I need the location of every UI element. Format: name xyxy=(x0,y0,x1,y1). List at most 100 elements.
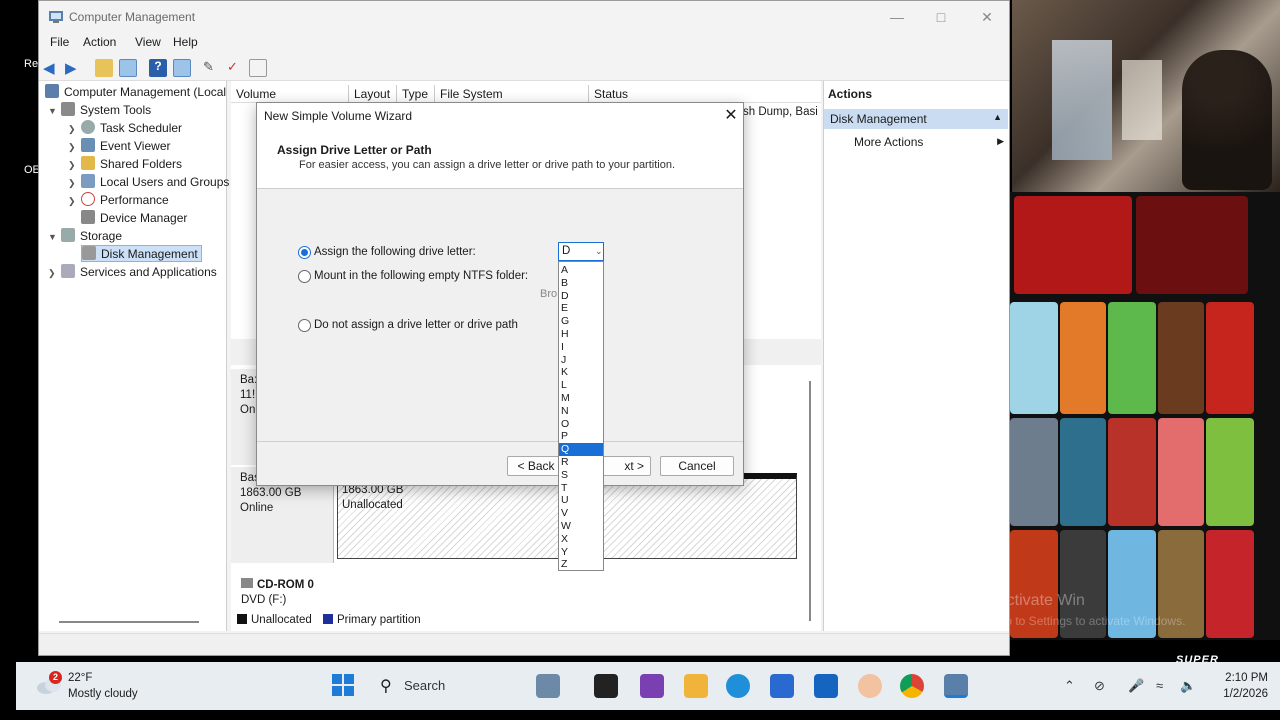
drive-letter-option[interactable]: N xyxy=(559,405,603,418)
drive-letter-option[interactable]: V xyxy=(559,507,603,520)
tree-item-performance[interactable]: Performance xyxy=(81,192,169,209)
chevron-right-icon[interactable]: ❯ xyxy=(68,124,76,135)
tree-item-disk-management[interactable]: Disk Management xyxy=(81,245,202,262)
tree-item-shared-folders[interactable]: Shared Folders xyxy=(81,156,182,173)
drive-letter-select[interactable]: D ⌄ xyxy=(558,242,604,261)
drive-letter-option[interactable]: K xyxy=(559,366,603,379)
volume-icon[interactable]: 🔈 xyxy=(1180,678,1196,694)
tree-item-storage[interactable]: Storage xyxy=(61,228,122,245)
close-button[interactable]: ✕ xyxy=(965,5,1009,29)
menu-view[interactable]: View xyxy=(135,35,161,49)
weather-condition[interactable]: Mostly cloudy xyxy=(68,688,138,700)
connect-icon[interactable]: ✎ xyxy=(203,59,221,77)
edge-icon[interactable] xyxy=(726,674,750,698)
maximize-button[interactable]: □ xyxy=(919,5,963,29)
next-button[interactable]: xt > xyxy=(597,456,651,476)
column-layout[interactable]: Layout xyxy=(349,85,397,103)
task-view-icon[interactable] xyxy=(594,674,618,698)
drive-letter-option[interactable]: Z xyxy=(559,558,603,571)
chevron-right-icon[interactable]: ❯ xyxy=(68,196,76,207)
column-volume[interactable]: Volume xyxy=(231,85,349,103)
weather-temperature[interactable]: 22°F xyxy=(68,672,92,684)
drive-letter-option[interactable]: U xyxy=(559,494,603,507)
drive-letter-option[interactable]: E xyxy=(559,302,603,315)
chrome-icon[interactable] xyxy=(900,674,924,698)
up-folder-icon[interactable] xyxy=(95,59,113,77)
drive-letter-option[interactable]: L xyxy=(559,379,603,392)
help-icon[interactable]: ? xyxy=(149,59,167,77)
cancel-button[interactable]: Cancel xyxy=(660,456,734,476)
back-button[interactable]: < Back xyxy=(507,456,565,476)
menu-file[interactable]: File xyxy=(50,35,69,49)
vertical-scrollbar[interactable] xyxy=(809,381,811,621)
column-type[interactable]: Type xyxy=(397,85,435,103)
drive-letter-option[interactable]: I xyxy=(559,341,603,354)
tree-item-event-viewer[interactable]: Event Viewer xyxy=(81,138,170,155)
tree-item-device-manager[interactable]: Device Manager xyxy=(81,210,187,227)
wizard-title-bar[interactable]: New Simple Volume Wizard ✕ xyxy=(257,103,743,129)
chevron-up-icon[interactable]: ⌃ xyxy=(1064,678,1075,694)
chevron-right-icon[interactable]: ❯ xyxy=(48,268,56,279)
drive-letter-option[interactable]: G xyxy=(559,315,603,328)
drive-letter-option[interactable]: X xyxy=(559,533,603,546)
file-explorer-icon[interactable] xyxy=(684,674,708,698)
radio-assign-letter-label[interactable]: Assign the following drive letter: xyxy=(314,246,476,258)
chevron-right-icon[interactable]: ❯ xyxy=(68,142,76,153)
outlook-icon[interactable] xyxy=(814,674,838,698)
computer-management-icon[interactable] xyxy=(944,674,968,698)
drive-letter-option[interactable]: B xyxy=(559,277,603,290)
close-icon[interactable]: ✕ xyxy=(721,106,741,126)
chevron-right-icon[interactable]: ❯ xyxy=(68,160,76,171)
drive-letter-option[interactable]: D xyxy=(559,290,603,303)
clock-date[interactable]: 1/2/2026 xyxy=(1216,688,1268,700)
app-icon[interactable] xyxy=(858,674,882,698)
drive-letter-option[interactable]: O xyxy=(559,418,603,431)
microphone-icon[interactable]: 🎤 xyxy=(1128,678,1144,694)
cdrom-entry[interactable]: CD-ROM 0 DVD (F:) xyxy=(231,575,821,609)
app-icon[interactable] xyxy=(640,674,664,698)
drive-letter-option[interactable]: W xyxy=(559,520,603,533)
drive-letter-option[interactable]: Q xyxy=(559,443,603,457)
drive-letter-option[interactable]: T xyxy=(559,482,603,495)
tree-root[interactable]: Computer Management (Local xyxy=(45,84,226,101)
drive-letter-option[interactable]: H xyxy=(559,328,603,341)
drive-letter-option[interactable]: R xyxy=(559,456,603,469)
drive-letter-option[interactable]: J xyxy=(559,354,603,367)
clock-time[interactable]: 2:10 PM xyxy=(1216,672,1268,684)
chevron-down-icon[interactable]: ▼ xyxy=(48,106,57,116)
tree-item-task-scheduler[interactable]: Task Scheduler xyxy=(81,120,182,137)
menu-help[interactable]: Help xyxy=(173,35,198,49)
tree-item-local-users[interactable]: Local Users and Groups xyxy=(81,174,229,191)
drive-letter-option[interactable]: M xyxy=(559,392,603,405)
drive-letter-option[interactable]: S xyxy=(559,469,603,482)
check-icon[interactable]: ✓ xyxy=(227,59,245,77)
action-disk-management[interactable]: Disk Management ▲ xyxy=(824,109,1008,129)
widget-icon[interactable] xyxy=(536,674,560,698)
title-bar[interactable]: Computer Management — □ ✕ xyxy=(39,1,1009,33)
windows-start-icon[interactable] xyxy=(332,674,354,696)
radio-no-letter-label[interactable]: Do not assign a drive letter or drive pa… xyxy=(314,319,518,331)
drive-letter-option[interactable]: A xyxy=(559,264,603,277)
column-status[interactable]: Status xyxy=(589,85,821,103)
forward-arrow-icon[interactable]: ▶ xyxy=(65,59,83,77)
radio-mount-folder[interactable] xyxy=(298,270,311,283)
menu-action[interactable]: Action xyxy=(83,35,116,49)
properties-icon[interactable] xyxy=(249,59,267,77)
folder-path-input[interactable] xyxy=(319,289,539,307)
drive-letter-option[interactable]: P xyxy=(559,430,603,443)
minimize-button[interactable]: — xyxy=(875,5,919,29)
wifi-icon[interactable]: ≈ xyxy=(1156,678,1163,693)
tree-item-services[interactable]: Services and Applications xyxy=(61,264,217,281)
chevron-down-icon[interactable]: ▼ xyxy=(48,232,57,242)
radio-no-letter[interactable] xyxy=(298,319,311,332)
drive-letter-option[interactable]: Y xyxy=(559,546,603,559)
chevron-right-icon[interactable]: ❯ xyxy=(68,178,76,189)
network-off-icon[interactable]: ⊘ xyxy=(1094,678,1105,694)
horizontal-scrollbar[interactable] xyxy=(59,621,199,623)
column-file-system[interactable]: File System xyxy=(435,85,589,103)
radio-mount-folder-label[interactable]: Mount in the following empty NTFS folder… xyxy=(314,270,528,282)
store-icon[interactable] xyxy=(770,674,794,698)
taskbar-search[interactable]: ⚲ Search xyxy=(370,672,520,700)
pane-icon[interactable] xyxy=(173,59,191,77)
show-hide-tree-icon[interactable] xyxy=(119,59,137,77)
